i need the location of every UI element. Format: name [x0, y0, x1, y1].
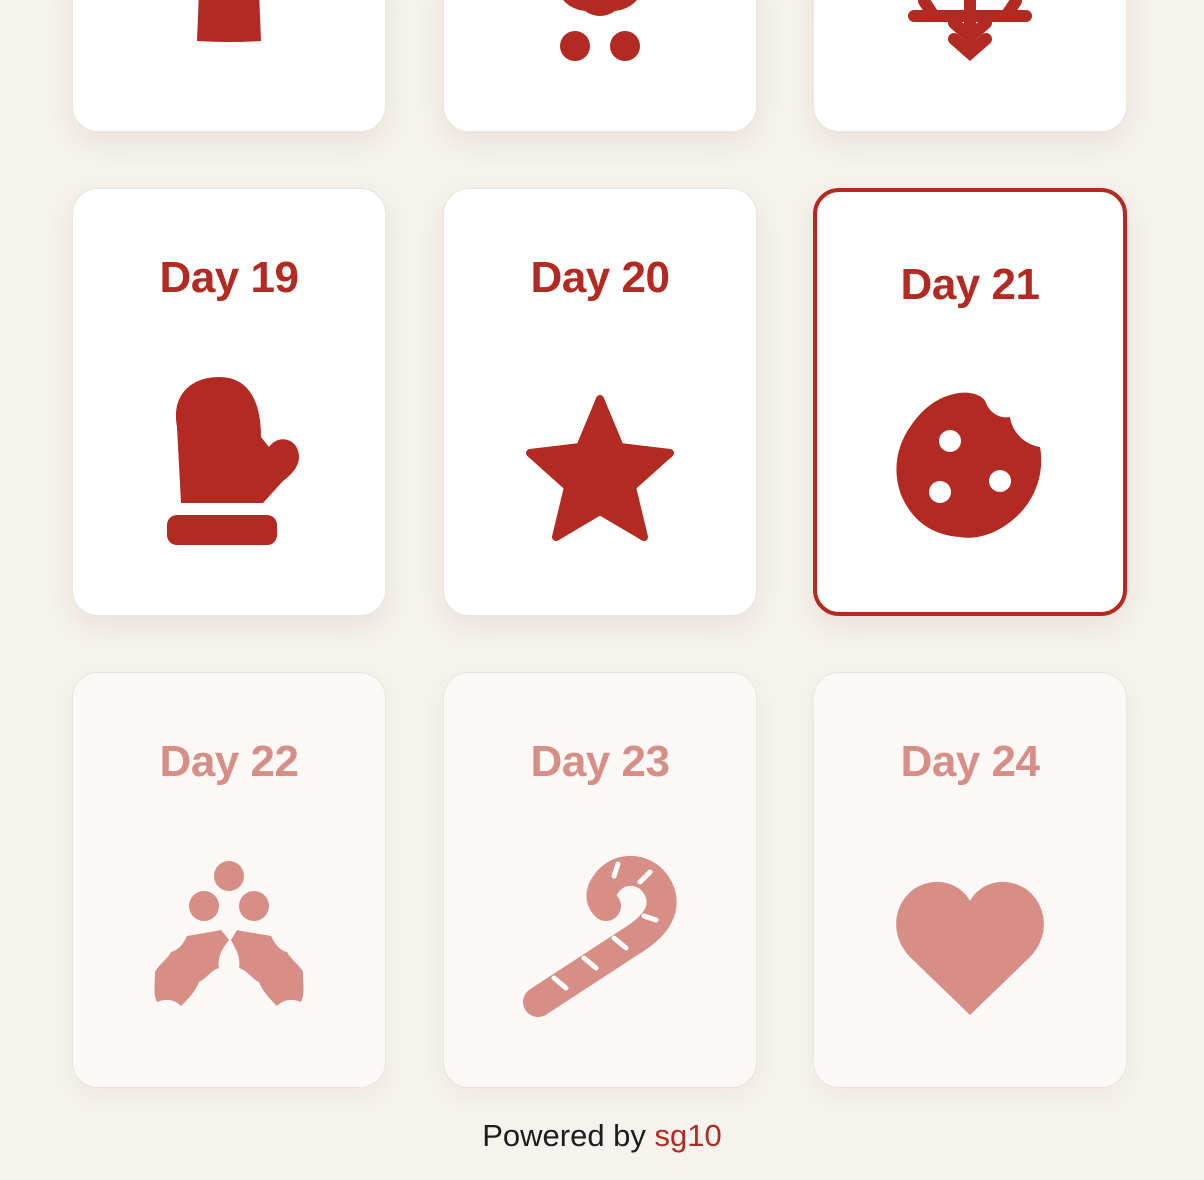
- day-card-22[interactable]: Day 22: [72, 672, 386, 1088]
- footer: Powered by sg10: [0, 1118, 1204, 1154]
- day-card-20[interactable]: Day 20: [443, 188, 757, 616]
- day-label: Day 20: [530, 253, 670, 302]
- day-label: Day 22: [159, 737, 299, 786]
- cookie-icon: [890, 384, 1050, 554]
- day-card-snowflake[interactable]: [813, 0, 1127, 132]
- day-label: Day 24: [900, 737, 1040, 786]
- snowflake-icon: [890, 0, 1050, 71]
- sleigh-icon: [520, 0, 680, 71]
- heart-icon: [890, 865, 1050, 1035]
- day-card-23[interactable]: Day 23: [443, 672, 757, 1088]
- footer-link[interactable]: sg10: [655, 1118, 722, 1153]
- holly-icon: [149, 855, 309, 1025]
- day-label: Day 21: [900, 260, 1040, 309]
- ornament-icon: [169, 0, 289, 61]
- day-card-19[interactable]: Day 19: [72, 188, 386, 616]
- day-card-24[interactable]: Day 24: [813, 672, 1127, 1088]
- advent-calendar-page: Day 19 Day 20 Day 21 Day 22 Day 23 Day 2…: [0, 0, 1204, 1180]
- day-card-sleigh[interactable]: [443, 0, 757, 132]
- day-card-ornament[interactable]: [72, 0, 386, 132]
- day-label: Day 19: [159, 253, 299, 302]
- star-icon: [520, 385, 680, 555]
- mitten-icon: [149, 375, 309, 545]
- day-label: Day 23: [530, 737, 670, 786]
- footer-prefix: Powered by: [482, 1118, 655, 1153]
- candy-cane-icon: [520, 855, 680, 1025]
- day-card-21[interactable]: Day 21: [813, 188, 1127, 616]
